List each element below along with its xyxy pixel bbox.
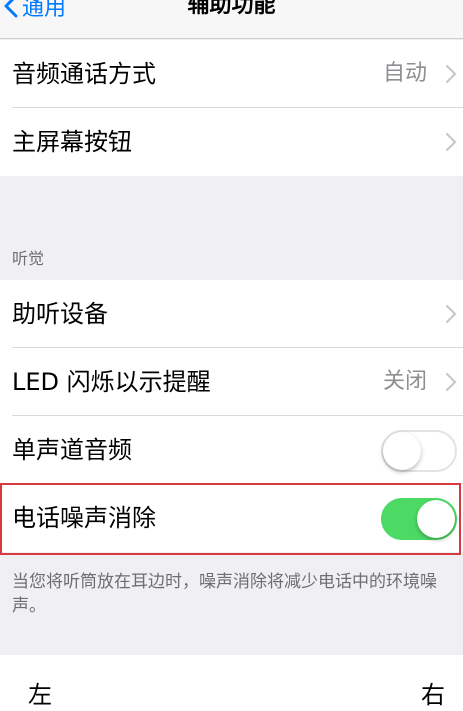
hearing-section-header: 听觉 (12, 249, 45, 268)
mono-audio-toggle[interactable] (381, 430, 457, 472)
page-title: 辅助功能 (187, 0, 276, 18)
led-flash-label: LED 闪烁以示提醒 (12, 368, 211, 396)
toggle-knob (383, 432, 421, 470)
led-flash-row[interactable]: LED 闪烁以示提醒 关闭 (0, 348, 463, 416)
hearing-devices-label: 助听设备 (12, 300, 108, 328)
balance-group (0, 655, 463, 711)
audio-routing-value: 自动 (382, 61, 427, 86)
chevron-right-icon (445, 304, 457, 324)
audio-routing-row[interactable]: 音频通话方式 自动 (0, 40, 463, 108)
mono-audio-row: 单声道音频 (0, 416, 463, 484)
hearing-settings-group: 助听设备 LED 闪烁以示提醒 关闭 单声道音频 电话噪声消除 (0, 280, 463, 552)
noise-cancellation-toggle[interactable] (381, 498, 457, 540)
audio-routing-label: 音频通话方式 (12, 60, 156, 88)
hearing-devices-row[interactable]: 助听设备 (0, 280, 463, 348)
mono-audio-label: 单声道音频 (12, 436, 132, 464)
chevron-right-icon (445, 132, 457, 152)
toggle-knob (417, 500, 455, 538)
home-button-label: 主屏幕按钮 (12, 128, 132, 156)
balance-left-label: 左 (28, 681, 52, 709)
navigation-bar: 通用 辅助功能 (0, 0, 463, 39)
chevron-right-icon (445, 64, 457, 84)
home-button-row[interactable]: 主屏幕按钮 (0, 108, 463, 176)
noise-cancellation-footer: 当您将听筒放在耳边时，噪声消除将减少电话中的环境噪声。 (12, 572, 437, 616)
noise-cancellation-label: 电话噪声消除 (12, 504, 156, 532)
chevron-right-icon (445, 372, 457, 392)
led-flash-value: 关闭 (382, 369, 427, 394)
noise-cancellation-row: 电话噪声消除 (0, 484, 463, 552)
balance-right-label: 右 (421, 681, 445, 709)
general-settings-group: 音频通话方式 自动 主屏幕按钮 (0, 40, 463, 176)
